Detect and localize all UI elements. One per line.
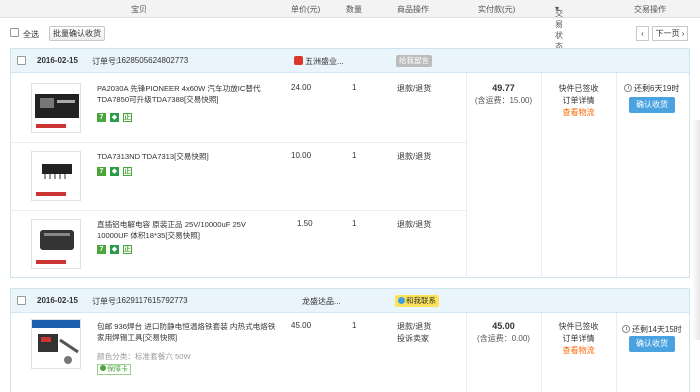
order-no-label: 订单号: xyxy=(92,297,119,306)
product-image xyxy=(32,320,80,364)
order-checkbox[interactable] xyxy=(17,56,26,65)
shipping-fee: (含运费：15.00) xyxy=(474,96,533,105)
clock-icon xyxy=(622,325,630,333)
status-text: 快件已签收 xyxy=(558,322,599,331)
confirm-receipt-button[interactable]: 确认收货 xyxy=(629,336,675,352)
item-qty: 1 xyxy=(352,83,357,92)
col-status-filter[interactable]: 交易状态 ▾ xyxy=(555,4,563,51)
col-product: 宝贝 xyxy=(131,5,147,14)
guarantee-icon: ◆ xyxy=(110,167,119,176)
genuine-icon: 正 xyxy=(123,167,132,176)
item-price: 10.00 xyxy=(291,151,312,160)
item-ops: 退款/退货 投诉卖家 xyxy=(397,321,431,345)
order-no: 1628505624802773 xyxy=(117,56,189,65)
order-date: 2016-02-15 xyxy=(37,296,78,305)
order-checkbox[interactable] xyxy=(17,296,26,305)
shop-icon xyxy=(294,56,303,65)
shop-link[interactable]: 五洲盛业... xyxy=(294,56,344,67)
item-price: 45.00 xyxy=(291,321,312,330)
guarantee-icon: ◆ xyxy=(110,113,119,122)
refund-link[interactable]: 退款/退货 xyxy=(397,219,431,231)
refund-link[interactable]: 退款/退货 xyxy=(397,83,431,95)
order-item-row: 包邮 936焊台 进口防静电恒温烙铁套装 内热式电烙铁家用焊锡工具[交易快照] … xyxy=(11,313,466,392)
order-no-label: 订单号: xyxy=(92,57,119,66)
order-detail-link[interactable]: 订单详情 xyxy=(541,333,616,345)
col-qty: 数量 xyxy=(346,5,362,14)
seven-day-return-icon: 7 xyxy=(97,245,106,254)
product-image xyxy=(36,230,74,264)
order-no: 1629117615792773 xyxy=(117,296,188,305)
batch-confirm-button[interactable]: 批量确认收货 xyxy=(49,26,105,41)
col-price: 单价(元) xyxy=(291,5,321,14)
message-tag[interactable]: 给我留言 xyxy=(396,55,432,67)
status-block: 快件已签收 订单详情 查看物流 xyxy=(541,321,616,357)
confirm-receipt-button[interactable]: 确认收货 xyxy=(629,97,675,113)
status-text: 快件已签收 xyxy=(558,84,599,93)
select-all-label[interactable]: 全选 xyxy=(23,29,39,40)
guarantee-card-badge[interactable]: 保障卡 xyxy=(97,364,131,375)
item-qty: 1 xyxy=(352,321,357,330)
status-block: 快件已签收 订单详情 查看物流 xyxy=(541,83,616,119)
product-thumbnail[interactable] xyxy=(31,319,81,369)
order-detail-link[interactable]: 订单详情 xyxy=(541,95,616,107)
item-price: 24.00 xyxy=(291,83,312,92)
item-price: 1.50 xyxy=(297,219,313,228)
order-header: 2016-02-15 订单号: 1628505624802773 五洲盛业...… xyxy=(11,49,689,73)
product-name-link[interactable]: PA2030A 先锋PIONEER 4x60W 汽车功放IC替代TDA7850可… xyxy=(97,83,277,105)
col-paid: 实付款(元) xyxy=(478,5,516,14)
shipping-fee: (含运费：0.00) xyxy=(477,334,530,343)
order-date: 2016-02-15 xyxy=(37,56,78,65)
view-logistics-link[interactable]: 查看物流 xyxy=(541,345,616,357)
next-page-button[interactable]: 下一页 › xyxy=(652,26,688,41)
countdown: 还剩6天19时 xyxy=(624,83,679,94)
genuine-icon: 正 xyxy=(123,245,132,254)
product-image xyxy=(35,94,79,128)
view-logistics-link[interactable]: 查看物流 xyxy=(541,107,616,119)
select-all-checkbox[interactable] xyxy=(10,28,19,37)
prev-page-button[interactable]: ‹ xyxy=(636,26,649,41)
product-thumbnail[interactable] xyxy=(31,219,81,269)
product-name-link[interactable]: TDA7313ND TDA7313[交易快照] xyxy=(97,151,277,162)
clock-icon xyxy=(624,84,632,92)
countdown: 还剩14天15时 xyxy=(622,324,682,335)
product-name-link[interactable]: 直插铝电解电容 原装正品 25V/10000uF 25V 10000UF 体积1… xyxy=(97,219,277,241)
item-qty: 1 xyxy=(352,151,357,160)
refund-link[interactable]: 退款/退货 xyxy=(397,321,431,333)
paid-amount: 45.00 (含运费：0.00) xyxy=(466,321,541,344)
order-card: 2016-02-15 订单号: 1628505624802773 五洲盛业...… xyxy=(10,48,690,279)
order-item-row: 直插铝电解电容 原装正品 25V/10000uF 25V 10000UF 体积1… xyxy=(11,211,466,278)
guarantee-icon: ◆ xyxy=(110,245,119,254)
col-trade-ops: 交易操作 xyxy=(634,5,666,14)
paid-amount: 49.77 (含运费：15.00) xyxy=(466,83,541,106)
refund-link[interactable]: 退款/退货 xyxy=(397,151,431,163)
column-header: 宝贝 单价(元) 数量 商品操作 实付款(元) 交易状态 ▾ 交易操作 xyxy=(0,0,700,51)
seven-day-return-icon: 7 xyxy=(97,113,106,122)
contact-seller-tag[interactable]: 和我联系 xyxy=(395,295,439,307)
complain-seller-link[interactable]: 投诉卖家 xyxy=(397,333,431,345)
genuine-icon: 正 xyxy=(123,113,132,122)
divider xyxy=(616,73,617,279)
order-item-row: PA2030A 先锋PIONEER 4x60W 汽车功放IC替代TDA7850可… xyxy=(11,73,466,143)
page-edge-shadow xyxy=(692,120,700,340)
sku-info: 颜色分类：标准套餐六 50W xyxy=(97,352,191,361)
chat-icon xyxy=(398,297,405,304)
toolbar: 全选 批量确认收货 ‹ 下一页 › xyxy=(0,25,700,43)
item-qty: 1 xyxy=(352,219,357,228)
order-item-row: TDA7313ND TDA7313[交易快照] 7 ◆ 正 10.00 1 退款… xyxy=(11,143,466,211)
order-header: 2016-02-15 订单号: 1629117615792773 龙盛达品...… xyxy=(11,289,689,313)
seven-day-return-icon: 7 xyxy=(97,167,106,176)
product-image xyxy=(36,164,72,196)
guarantee-icon xyxy=(100,365,106,371)
product-name-link[interactable]: 包邮 936焊台 进口防静电恒温烙铁套装 内热式电烙铁家用焊锡工具[交易快照] xyxy=(97,321,282,343)
product-thumbnail[interactable] xyxy=(31,151,81,201)
shop-link[interactable]: 龙盛达品... xyxy=(302,296,341,307)
col-ops: 商品操作 xyxy=(397,5,429,14)
divider xyxy=(616,313,617,392)
product-thumbnail[interactable] xyxy=(31,83,81,133)
order-card: 2016-02-15 订单号: 1629117615792773 龙盛达品...… xyxy=(10,288,690,392)
